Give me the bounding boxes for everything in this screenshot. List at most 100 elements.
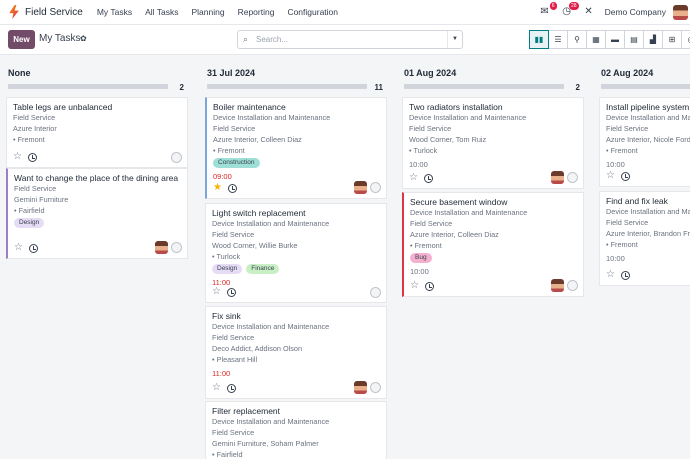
task-card[interactable]: Filter replacement Device Installation an… — [205, 401, 387, 459]
kanban-column: 01 Aug 2024 2 Two radiators installation De… — [402, 56, 584, 459]
status-circle-icon[interactable] — [370, 382, 381, 393]
activity-clock-icon[interactable] — [424, 281, 434, 291]
column-progress-bar[interactable] — [404, 84, 564, 89]
column-title[interactable]: 01 Aug 2024 — [404, 68, 456, 78]
task-detail-line: Field Service — [13, 113, 56, 122]
status-circle-icon[interactable] — [171, 152, 182, 163]
menu-reporting[interactable]: Reporting — [238, 7, 275, 17]
task-detail-line: • Turlock — [212, 252, 241, 261]
kanban-view-icon[interactable]: ▮▮ — [529, 30, 549, 49]
activity-view-icon[interactable]: ▤ — [624, 30, 644, 49]
task-footer-left: ☆ — [13, 152, 37, 162]
column-progress-bar[interactable] — [8, 84, 168, 89]
task-title[interactable]: Want to change the place of the dining a… — [14, 173, 182, 183]
task-detail-line: Field Service — [14, 184, 57, 193]
search-dropdown-toggle[interactable]: ▼ — [447, 31, 462, 48]
column-progress-bar[interactable] — [601, 84, 690, 89]
task-detail-line: Azure Interior, Brandon Freeman — [606, 229, 690, 238]
status-circle-icon[interactable] — [567, 172, 578, 183]
search-input[interactable]: Search... — [256, 35, 288, 44]
assignee-avatar[interactable] — [354, 181, 367, 194]
task-footer-right — [551, 171, 578, 184]
pivot-view-icon[interactable]: ⊞ — [662, 30, 682, 49]
task-tags: Design — [14, 218, 182, 228]
priority-star-icon[interactable]: ☆ — [212, 287, 221, 297]
kanban-board: None 2 Table legs are unbalanced Field Serv… — [0, 56, 690, 459]
priority-star-icon[interactable]: ☆ — [606, 270, 615, 280]
assignee-avatar[interactable] — [551, 171, 564, 184]
task-card[interactable]: Light switch replacement Device Installat… — [205, 203, 387, 303]
status-circle-icon[interactable] — [370, 182, 381, 193]
gear-icon[interactable]: ✿ — [80, 34, 87, 43]
activity-clock-icon[interactable] — [620, 270, 630, 280]
task-title[interactable]: Table legs are unbalanced — [13, 102, 182, 112]
activity-clock-icon[interactable] — [227, 183, 237, 193]
status-circle-icon[interactable] — [171, 242, 182, 253]
task-title[interactable]: Light switch replacement — [212, 208, 381, 218]
task-card[interactable]: Find and fix leak Device Installation and… — [599, 191, 690, 286]
user-avatar[interactable] — [673, 4, 688, 20]
menu-configuration[interactable]: Configuration — [287, 7, 338, 17]
menu-planning[interactable]: Planning — [191, 7, 224, 17]
column-title[interactable]: 31 Jul 2024 — [207, 68, 255, 78]
activity-clock-icon[interactable]: ◷ 28 — [561, 2, 579, 18]
priority-star-icon[interactable]: ☆ — [13, 152, 22, 162]
activity-clock-icon[interactable] — [28, 243, 38, 253]
list-view-icon[interactable]: ☰ — [548, 30, 568, 49]
new-button[interactable]: New — [8, 30, 35, 49]
activity-clock-icon[interactable] — [226, 287, 236, 297]
graph-view-icon[interactable]: ▟ — [643, 30, 663, 49]
task-deadline: 10:00 — [409, 160, 428, 169]
task-title[interactable]: Secure basement window — [410, 197, 578, 207]
task-card[interactable]: Want to change the place of the dining a… — [6, 168, 188, 259]
task-detail-line: • Fremont — [606, 146, 638, 155]
tools-icon[interactable]: ✕ — [583, 6, 595, 18]
task-card[interactable]: Install pipeline system Device Installati… — [599, 97, 690, 187]
task-detail-line: Device Installation and Maintenance — [410, 208, 528, 217]
activity-clock-icon[interactable] — [423, 173, 433, 183]
task-card[interactable]: Boiler maintenance Device Installation an… — [205, 97, 387, 199]
task-detail-line: Field Service — [606, 124, 649, 133]
priority-star-icon[interactable]: ☆ — [409, 173, 418, 183]
activity-clock-icon[interactable] — [27, 152, 37, 162]
company-switcher[interactable]: Demo Company — [605, 7, 666, 17]
status-circle-icon[interactable] — [567, 280, 578, 291]
gantt-view-icon[interactable]: ▬ — [605, 30, 625, 49]
priority-star-icon[interactable]: ☆ — [606, 171, 615, 181]
field-service-logo-icon[interactable] — [9, 5, 19, 19]
priority-star-icon[interactable]: ☆ — [14, 243, 23, 253]
task-title[interactable]: Find and fix leak — [606, 196, 690, 206]
assignee-avatar[interactable] — [551, 279, 564, 292]
cohort-view-icon[interactable]: ◎ — [681, 30, 690, 49]
search-bar[interactable]: ⌕ Search... ▼ — [237, 30, 463, 49]
messages-icon[interactable]: ✉ 6 — [539, 2, 557, 18]
app-name[interactable]: Field Service — [25, 7, 83, 18]
task-detail-line: Field Service — [410, 219, 453, 228]
task-deadline: 11:00 — [212, 369, 231, 378]
status-circle-icon[interactable] — [370, 287, 381, 298]
task-card[interactable]: Two radiators installation Device Install… — [402, 97, 584, 189]
task-card[interactable]: Fix sink Device Installation and Maintena… — [205, 306, 387, 399]
calendar-view-icon[interactable]: ▦ — [586, 30, 606, 49]
task-title[interactable]: Filter replacement — [212, 406, 381, 416]
assignee-avatar[interactable] — [354, 381, 367, 394]
task-card[interactable]: Secure basement window Device Installatio… — [402, 192, 584, 297]
activity-clock-icon[interactable] — [226, 383, 236, 393]
task-detail-line: • Pleasant Hill — [212, 355, 258, 364]
column-title[interactable]: 02 Aug 2024 — [601, 68, 653, 78]
assignee-avatar[interactable] — [155, 241, 168, 254]
task-title[interactable]: Boiler maintenance — [213, 102, 381, 112]
task-title[interactable]: Install pipeline system — [606, 102, 690, 112]
column-progress-bar[interactable] — [207, 84, 367, 89]
map-view-icon[interactable]: ⚲ — [567, 30, 587, 49]
task-card[interactable]: Table legs are unbalanced Field Service Az… — [6, 97, 188, 168]
column-title[interactable]: None — [8, 68, 31, 78]
menu-my-tasks[interactable]: My Tasks — [97, 7, 132, 17]
priority-star-icon[interactable]: ☆ — [410, 281, 419, 291]
task-title[interactable]: Two radiators installation — [409, 102, 578, 112]
activity-clock-icon[interactable] — [620, 171, 630, 181]
menu-all-tasks[interactable]: All Tasks — [145, 7, 178, 17]
task-title[interactable]: Fix sink — [212, 311, 381, 321]
priority-star-icon[interactable]: ★ — [213, 183, 222, 193]
priority-star-icon[interactable]: ☆ — [212, 383, 221, 393]
